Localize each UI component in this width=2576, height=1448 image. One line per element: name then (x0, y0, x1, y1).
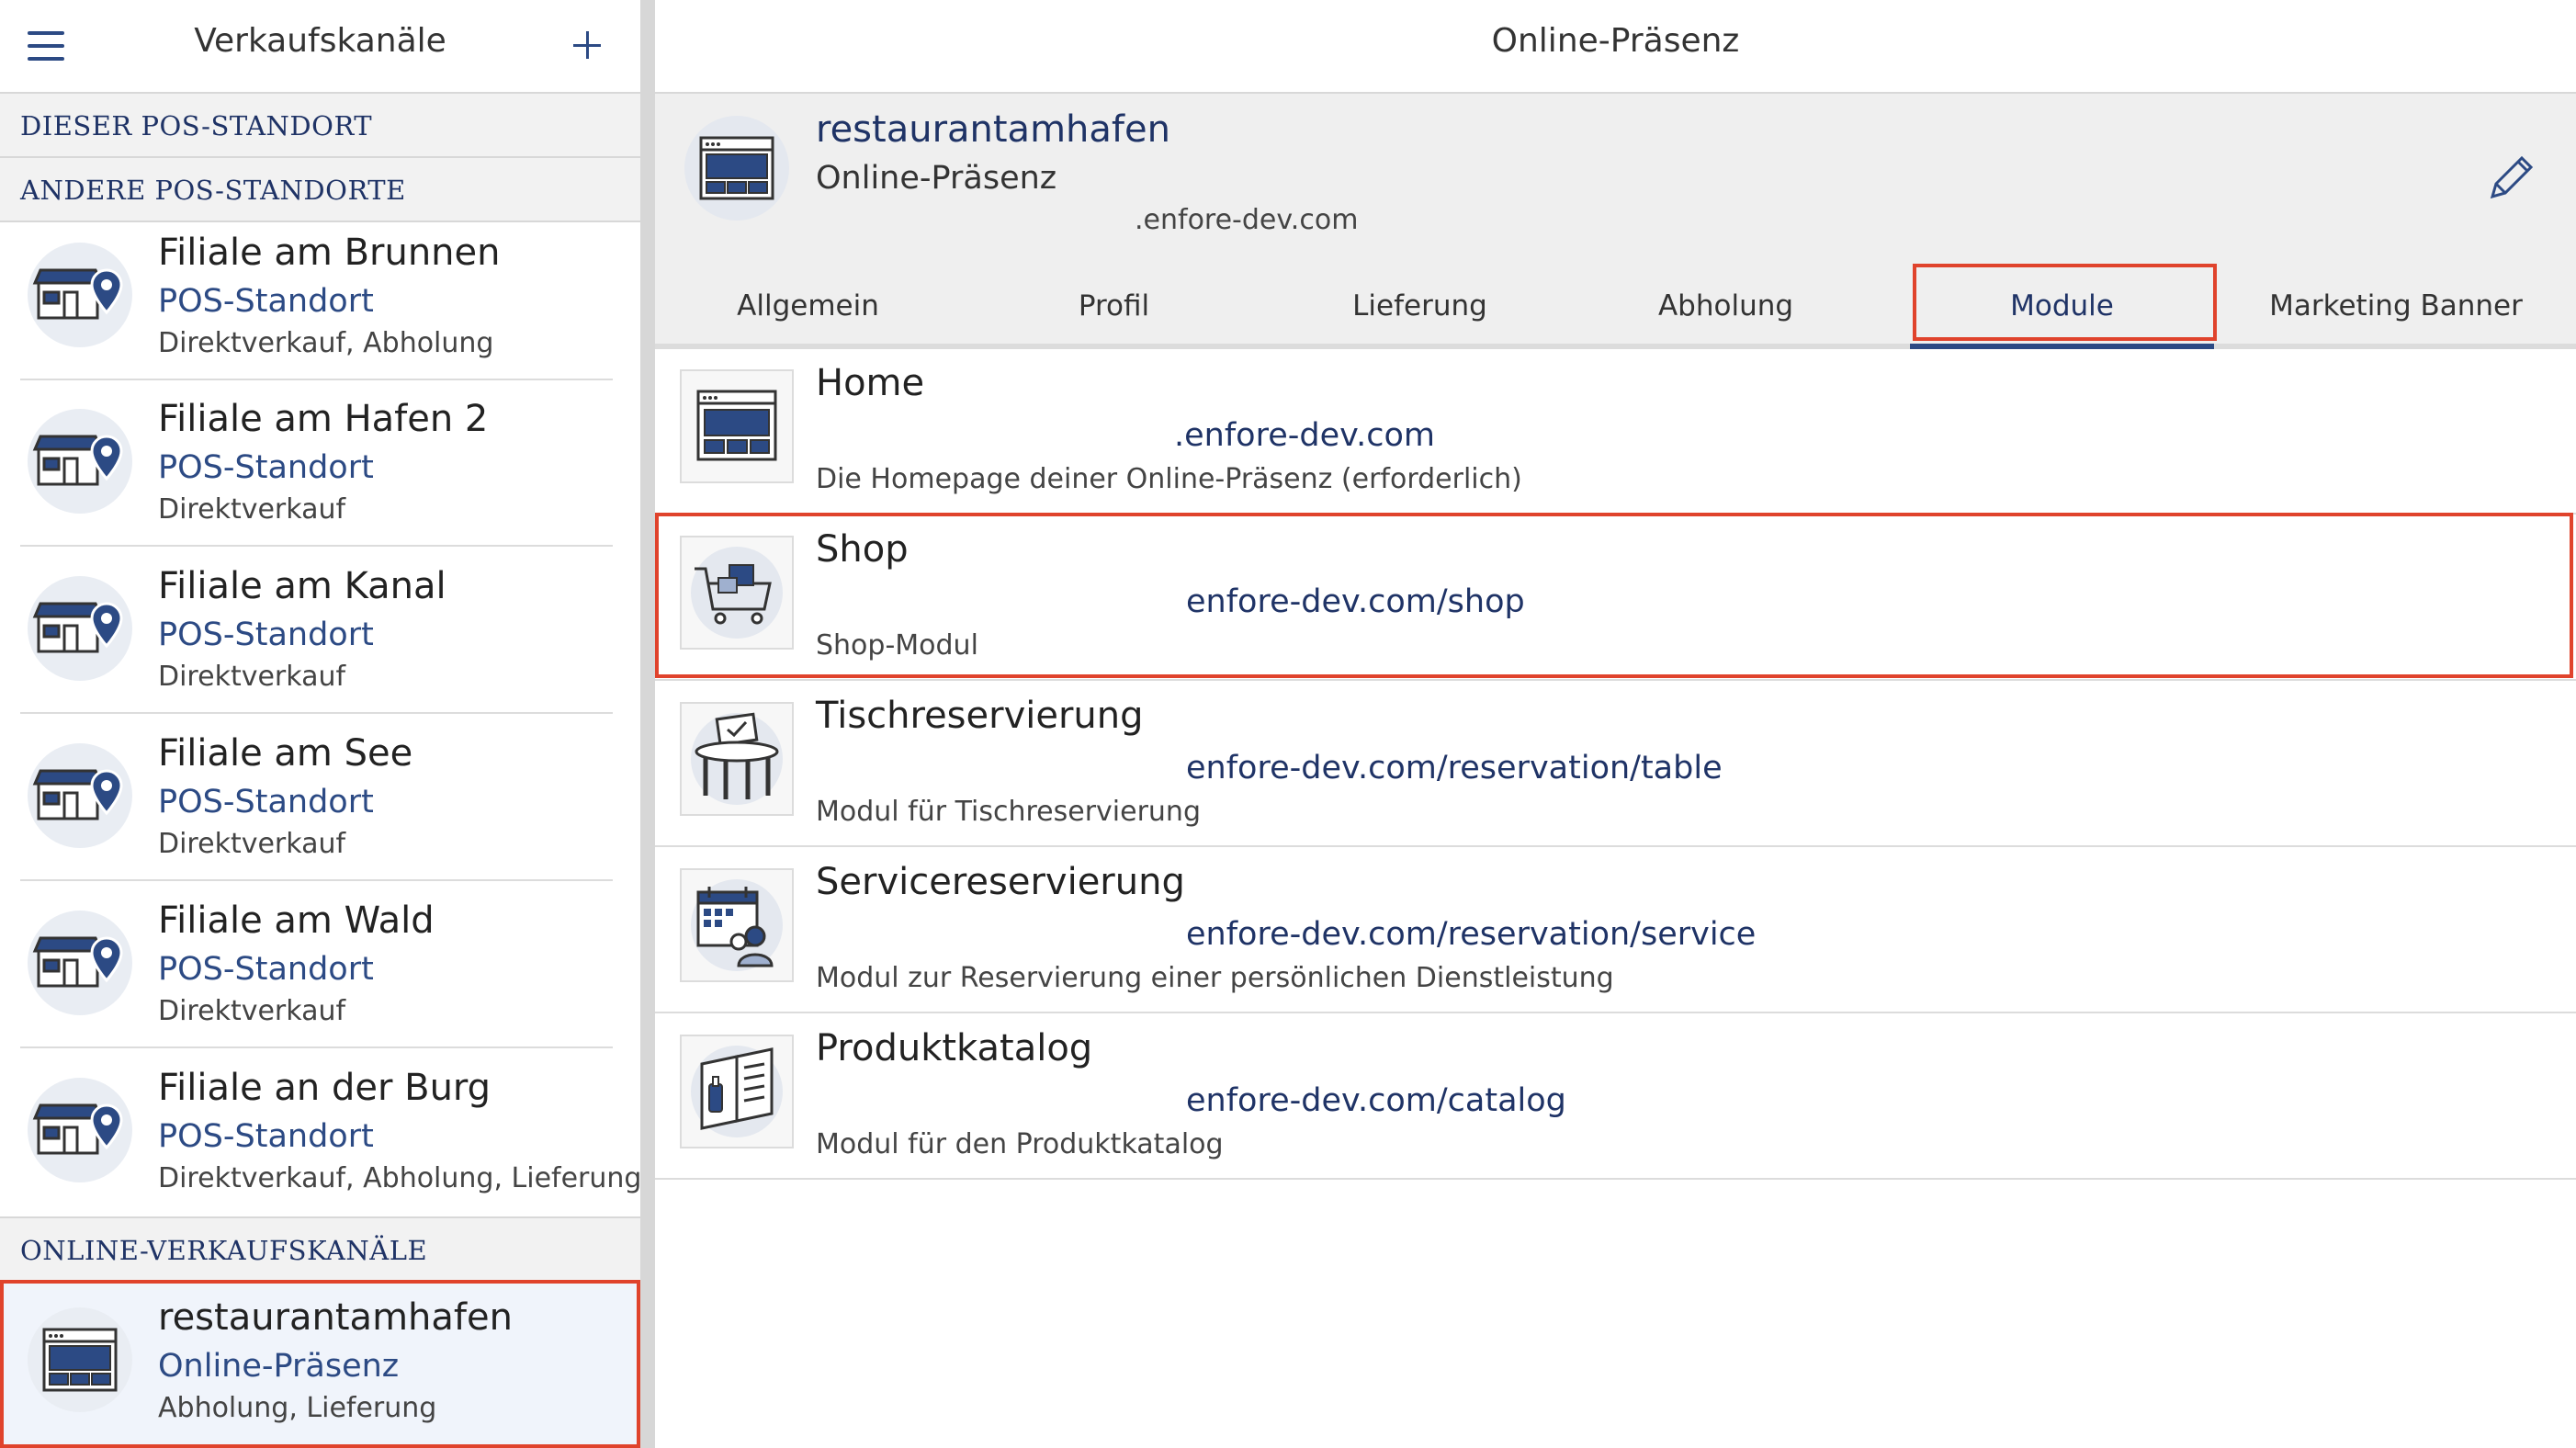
location-item[interactable]: Filiale an der Burg POS-Standort Direktv… (0, 1050, 642, 1216)
module-url: enfore-dev.com/shop (1186, 583, 1525, 620)
module-url: .enfore-dev.com (1174, 417, 1435, 454)
calendar-person-icon (680, 868, 794, 982)
online-presence-panel: Online-Präsenz restaurantamhafen Online-… (655, 0, 2576, 1448)
module-title: Produktkatalog (816, 1027, 1093, 1069)
online-presence-services: Abholung, Lieferung (158, 1392, 437, 1424)
online-presence-type: Online-Präsenz (158, 1348, 400, 1385)
section-header-this-location: DIESER POS-STANDORT (0, 94, 640, 158)
module-description: Modul für den Produktkatalog (816, 1128, 1224, 1160)
store-location-icon (28, 1078, 132, 1182)
module-description: Die Homepage deiner Online-Präsenz (erfo… (816, 463, 1522, 495)
section-label: ANDERE POS-STANDORTE (20, 175, 406, 206)
store-location-icon (28, 409, 132, 514)
location-type: POS-Standort (158, 283, 374, 320)
module-title: Servicereservierung (816, 861, 1185, 903)
detail-header: restaurantamhafen Online-Präsenz .enfore… (655, 94, 2576, 261)
right-header: Online-Präsenz (655, 0, 2576, 94)
store-location-icon (28, 576, 132, 681)
module-description: Modul zur Reservierung einer persönliche… (816, 962, 1614, 994)
location-services: Direktverkauf (158, 995, 346, 1027)
left-panel-title: Verkaufskanäle (194, 22, 446, 60)
location-type: POS-Standort (158, 449, 374, 486)
left-header: Verkaufskanäle (0, 0, 640, 94)
tab-allgemein[interactable]: Allgemein (655, 261, 961, 344)
location-services: Direktverkauf (158, 493, 346, 526)
store-location-icon (28, 911, 132, 1015)
right-panel-title: Online-Präsenz (1491, 22, 1740, 60)
location-item[interactable]: Filiale am Hafen 2 POS-Standort Direktve… (0, 381, 640, 547)
section-header-online-channels: ONLINE-VERKAUFSKANÄLE (0, 1216, 640, 1283)
module-title: Tischreservierung (816, 695, 1144, 737)
module-url: enfore-dev.com/reservation/service (1186, 916, 1757, 953)
location-type: POS-Standort (158, 951, 374, 988)
location-services: Direktverkauf (158, 828, 346, 860)
online-presence-item[interactable]: restaurantamhafen Online-Präsenz Abholun… (0, 1280, 640, 1448)
edit-pencil-icon[interactable] (2483, 151, 2538, 206)
tab-abholung[interactable]: Abholung (1573, 261, 1879, 344)
location-services: Direktverkauf, Abholung (158, 327, 494, 359)
module-url: enfore-dev.com/catalog (1186, 1082, 1566, 1119)
browser-window-icon (28, 1307, 132, 1412)
location-type: POS-Standort (158, 1118, 374, 1155)
module-row-table-reservation[interactable]: Tischreservierung enfore-dev.com/reserva… (655, 682, 2576, 847)
catalog-book-icon (680, 1035, 794, 1148)
browser-window-icon (680, 369, 794, 483)
tab-profil[interactable]: Profil (961, 261, 1267, 344)
location-item[interactable]: Filiale am Brunnen POS-Standort Direktve… (0, 215, 640, 380)
location-name: Filiale am Brunnen (158, 232, 501, 274)
sales-channels-panel: Verkaufskanäle DIESER POS-STANDORT ANDER… (0, 0, 642, 1448)
module-title: Home (816, 362, 925, 404)
module-row-shop[interactable]: Shop enfore-dev.com/shop Shop-Modul (655, 515, 2576, 681)
location-services: Direktverkauf (158, 661, 346, 693)
detail-type: Online-Präsenz (816, 160, 1057, 197)
tab-marketing-banner[interactable]: Marketing Banner (2216, 261, 2576, 344)
shopping-cart-icon (680, 536, 794, 650)
browser-window-icon (684, 116, 789, 221)
add-icon[interactable] (570, 28, 606, 64)
location-item[interactable]: Filiale am Kanal POS-Standort Direktverk… (0, 549, 640, 714)
section-label: DIESER POS-STANDORT (20, 110, 373, 141)
location-item[interactable]: Filiale am See POS-Standort Direktverkau… (0, 716, 640, 881)
module-description: Modul für Tischreservierung (816, 796, 1201, 828)
online-presence-name: restaurantamhafen (158, 1296, 513, 1339)
location-name: Filiale am See (158, 732, 413, 775)
module-url: enfore-dev.com/reservation/table (1186, 750, 1723, 786)
location-item[interactable]: Filiale am Wald POS-Standort Direktverka… (0, 883, 640, 1048)
module-title: Shop (816, 528, 909, 571)
location-name: Filiale am Hafen 2 (158, 398, 489, 440)
store-location-icon (28, 743, 132, 848)
module-row-home[interactable]: Home .enfore-dev.com Die Homepage deiner… (655, 349, 2576, 515)
module-row-service-reservation[interactable]: Servicereservierung enfore-dev.com/reser… (655, 848, 2576, 1013)
tab-bar: Allgemein Profil Lieferung Abholung Modu… (655, 261, 2576, 349)
tab-lieferung[interactable]: Lieferung (1267, 261, 1573, 344)
table-reservation-icon (680, 702, 794, 816)
location-services: Direktverkauf, Abholung, Lieferung (158, 1162, 642, 1194)
detail-name: restaurantamhafen (816, 108, 1170, 151)
panel-divider (640, 0, 655, 1448)
module-row-catalog[interactable]: Produktkatalog enfore-dev.com/catalog Mo… (655, 1014, 2576, 1180)
location-name: Filiale am Wald (158, 899, 435, 942)
section-header-other-locations: ANDERE POS-STANDORTE (0, 158, 640, 222)
location-type: POS-Standort (158, 784, 374, 820)
module-description: Shop-Modul (816, 629, 978, 662)
tab-module[interactable]: Module (1910, 261, 2214, 349)
detail-domain: .enfore-dev.com (1135, 204, 1359, 236)
location-name: Filiale am Kanal (158, 565, 446, 607)
location-name: Filiale an der Burg (158, 1067, 491, 1109)
section-label: ONLINE-VERKAUFSKANÄLE (20, 1235, 428, 1266)
store-location-icon (28, 243, 132, 347)
location-type: POS-Standort (158, 617, 374, 653)
